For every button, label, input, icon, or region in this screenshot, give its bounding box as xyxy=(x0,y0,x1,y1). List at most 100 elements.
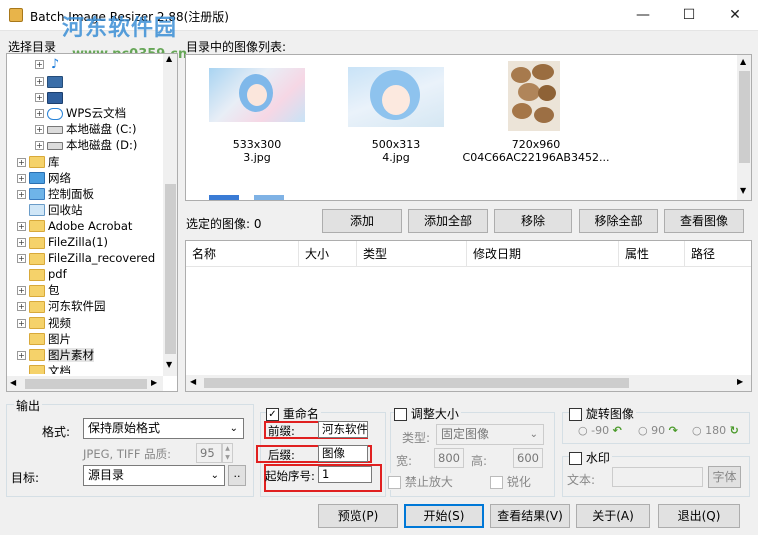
column-header-size[interactable]: 大小 xyxy=(299,241,357,267)
expand-icon[interactable]: + xyxy=(17,350,26,360)
scroll-right-arrow-icon[interactable]: ▶ xyxy=(151,378,157,387)
column-header-name[interactable]: 名称 xyxy=(186,241,299,267)
rotate-option-180[interactable]: ○ 180 ↻ xyxy=(692,424,739,437)
expand-icon[interactable]: + xyxy=(17,238,26,247)
folder-tree[interactable]: + ♪ + + + WPS云文档 + 本地磁盘 (C:) + 本地磁盘 (D:) + 库 + 网络 + 控制面… xyxy=(6,53,178,392)
scroll-thumb[interactable] xyxy=(739,71,750,163)
tree-item[interactable]: 图片 xyxy=(7,331,71,347)
image-thumbnail-partial[interactable] xyxy=(209,195,239,200)
tree-item[interactable]: + FileZilla_recovered xyxy=(7,250,155,266)
radio-icon[interactable]: ○ xyxy=(638,424,648,437)
expand-icon[interactable]: + xyxy=(17,302,26,312)
rename-header[interactable]: ✓ 重命名 xyxy=(266,405,321,422)
selected-images-table[interactable]: 名称 大小 类型 修改日期 属性 路径 ◀ ▶ xyxy=(185,240,752,392)
width-input[interactable]: 800 xyxy=(434,448,464,468)
image-thumbnail[interactable] xyxy=(348,67,444,127)
no-enlarge-option[interactable]: 禁止放大 xyxy=(388,473,455,490)
expand-icon[interactable]: + xyxy=(17,173,26,183)
height-input[interactable]: 600 xyxy=(513,448,543,468)
tree-item[interactable]: + 视频 xyxy=(7,315,71,331)
expand-icon[interactable]: + xyxy=(35,77,44,86)
watermark-header[interactable]: 水印 xyxy=(569,449,612,466)
scroll-thumb[interactable] xyxy=(204,378,629,388)
expand-icon[interactable]: + xyxy=(17,157,26,167)
column-header-path[interactable]: 路径 xyxy=(685,241,751,267)
rename-checkbox[interactable]: ✓ xyxy=(266,408,279,421)
tree-horizontal-scrollbar[interactable]: ◀ ▶ xyxy=(7,376,163,391)
tree-item[interactable]: + FileZilla(1) xyxy=(7,234,108,250)
font-button[interactable]: 字体 xyxy=(708,466,741,488)
resize-header[interactable]: 调整大小 xyxy=(394,405,461,422)
image-list[interactable]: 533x300 3.jpg 500x313 4.jpg 720x960 C04C… xyxy=(185,54,752,201)
close-button[interactable]: ✕ xyxy=(712,0,758,31)
expand-icon[interactable]: + xyxy=(35,125,44,135)
start-number-input[interactable]: 1 xyxy=(318,466,372,483)
tree-item[interactable]: pdf xyxy=(7,266,67,282)
add-button[interactable]: 添加 xyxy=(322,209,402,233)
radio-icon[interactable]: ○ xyxy=(692,424,702,437)
column-header-type[interactable]: 类型 xyxy=(357,241,467,267)
scroll-left-arrow-icon[interactable]: ◀ xyxy=(10,378,16,387)
target-select[interactable]: 源目录 ⌄ xyxy=(83,465,225,486)
expand-icon[interactable]: + xyxy=(17,221,26,231)
expand-icon[interactable]: + xyxy=(35,60,44,69)
expand-icon[interactable]: + xyxy=(35,141,44,151)
tree-item[interactable]: + ♪ xyxy=(7,56,66,72)
tree-item[interactable]: + 本地磁盘 (C:) xyxy=(7,121,137,137)
minimize-button[interactable]: — xyxy=(620,0,666,31)
resize-checkbox[interactable] xyxy=(394,408,407,421)
rotate-option-neg90[interactable]: ○ -90 ↶ xyxy=(578,424,622,437)
column-header-attributes[interactable]: 属性 xyxy=(619,241,685,267)
quality-spinner[interactable]: 95 xyxy=(196,443,222,463)
tree-item[interactable]: + WPS云文档 xyxy=(7,105,126,121)
tree-item[interactable]: + xyxy=(7,89,66,105)
image-list-scrollbar[interactable]: ▲ ▼ xyxy=(737,55,751,200)
add-all-button[interactable]: 添加全部 xyxy=(408,209,488,233)
start-button[interactable]: 开始(S) xyxy=(404,504,484,528)
tree-item[interactable]: + 本地磁盘 (D:) xyxy=(7,137,137,153)
table-horizontal-scrollbar[interactable]: ◀ ▶ xyxy=(186,375,751,391)
resize-type-select[interactable]: 固定图像 ⌄ xyxy=(436,424,544,445)
scroll-thumb[interactable] xyxy=(25,379,147,389)
image-thumbnail[interactable] xyxy=(508,61,560,131)
browse-button[interactable]: .. xyxy=(228,465,246,486)
image-thumbnail-partial[interactable] xyxy=(254,195,284,200)
about-button[interactable]: 关于(A) xyxy=(576,504,650,528)
sharpen-option[interactable]: 锐化 xyxy=(490,473,531,490)
radio-icon[interactable]: ○ xyxy=(578,424,588,437)
rotate-option-90[interactable]: ○ 90 ↷ xyxy=(638,424,678,437)
tree-item[interactable]: + 图片素材 xyxy=(7,347,94,363)
rotate-checkbox[interactable] xyxy=(569,408,582,421)
scroll-down-arrow-icon[interactable]: ▼ xyxy=(166,360,172,369)
image-thumbnail[interactable] xyxy=(209,68,305,122)
watermark-checkbox[interactable] xyxy=(569,452,582,465)
expand-icon[interactable]: + xyxy=(35,93,44,103)
expand-icon[interactable]: + xyxy=(17,254,26,264)
sharpen-checkbox[interactable] xyxy=(490,476,503,489)
expand-icon[interactable]: + xyxy=(35,109,44,119)
tree-item[interactable]: 回收站 xyxy=(7,202,83,218)
suffix-input[interactable]: 图像 xyxy=(318,445,368,462)
scroll-up-arrow-icon[interactable]: ▲ xyxy=(166,54,172,63)
tree-item[interactable]: 文档 xyxy=(7,363,71,374)
prefix-input[interactable]: 河东软件 xyxy=(318,421,368,438)
tree-item[interactable]: + Adobe Acrobat xyxy=(7,218,132,234)
scroll-thumb[interactable] xyxy=(165,184,176,354)
no-enlarge-checkbox[interactable] xyxy=(388,476,401,489)
tree-item[interactable]: + 控制面板 xyxy=(7,186,94,202)
exit-button[interactable]: 退出(Q) xyxy=(658,504,740,528)
tree-item[interactable]: + 网络 xyxy=(7,170,71,186)
remove-all-button[interactable]: 移除全部 xyxy=(579,209,658,233)
view-image-button[interactable]: 查看图像 xyxy=(664,209,744,233)
maximize-button[interactable]: ☐ xyxy=(666,0,712,31)
tree-item[interactable]: + 库 xyxy=(7,154,60,170)
expand-icon[interactable]: + xyxy=(17,286,26,296)
scroll-left-arrow-icon[interactable]: ◀ xyxy=(190,377,196,386)
format-select[interactable]: 保持原始格式 ⌄ xyxy=(83,418,244,439)
remove-button[interactable]: 移除 xyxy=(494,209,572,233)
tree-item[interactable]: + 包 xyxy=(7,282,60,298)
tree-vertical-scrollbar[interactable]: ▲ ▼ xyxy=(163,54,177,376)
view-results-button[interactable]: 查看结果(V) xyxy=(490,504,570,528)
spinner-arrows-icon[interactable]: ▲ ▼ xyxy=(222,443,233,463)
preview-button[interactable]: 预览(P) xyxy=(318,504,398,528)
